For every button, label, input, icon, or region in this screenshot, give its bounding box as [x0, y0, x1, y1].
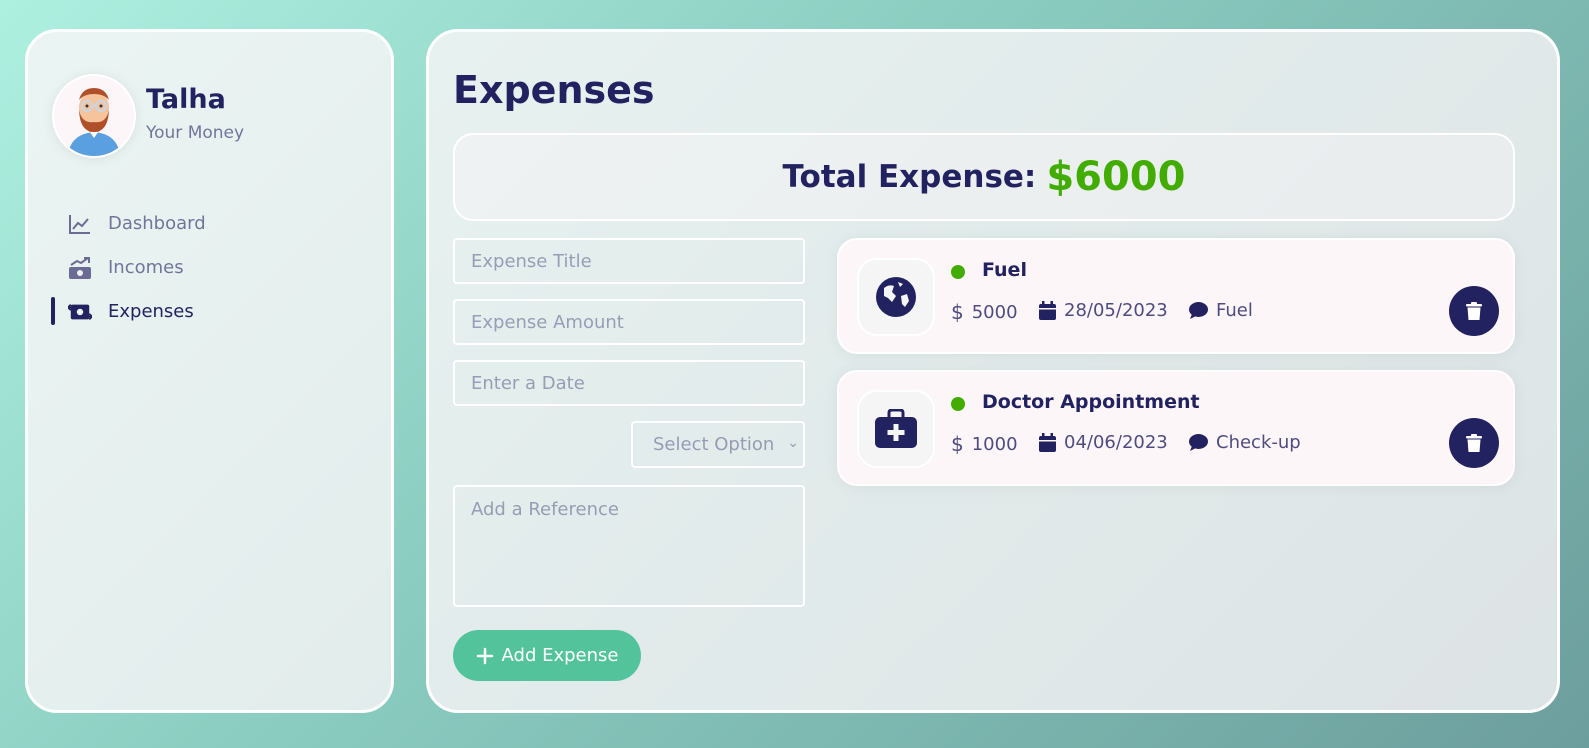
avatar-image: [68, 88, 120, 156]
trash-icon: [1466, 302, 1482, 320]
expense-item-title: Fuel: [982, 259, 1027, 281]
nav-label-dashboard: Dashboard: [108, 213, 206, 234]
total-expense-value: $6000: [1046, 154, 1186, 200]
expense-item-icon-box: [857, 390, 935, 468]
expense-amount-input[interactable]: [453, 299, 805, 345]
expense-amount-value: 1000: [971, 433, 1018, 455]
dollar-icon: $: [951, 300, 964, 324]
nav-item-expenses[interactable]: Expenses: [28, 290, 391, 334]
trash-icon: [1466, 434, 1482, 452]
nav-menu: Dashboard Incomes Expenses: [28, 202, 391, 334]
expense-item-amount: $ 5000: [951, 300, 1018, 324]
add-expense-button[interactable]: Add Expense: [453, 630, 641, 681]
medical-kit-icon: [875, 409, 917, 448]
delete-button[interactable]: [1449, 286, 1499, 336]
nav-label-expenses: Expenses: [108, 301, 194, 322]
sidebar: Talha Your Money Dashboard Incomes Expen…: [25, 29, 394, 713]
add-expense-label: Add Expense: [501, 645, 619, 666]
money-bill-transfer-icon: [68, 303, 92, 321]
calendar-icon: [1039, 301, 1056, 320]
expense-description-value: Check-up: [1216, 432, 1301, 453]
expense-item-amount: $ 1000: [951, 432, 1018, 456]
delete-button[interactable]: [1449, 418, 1499, 468]
page-title: Expenses: [453, 68, 655, 112]
expense-item-date: 28/05/2023: [1039, 300, 1168, 321]
expense-item-description: Fuel: [1189, 300, 1253, 321]
globe-icon: [876, 277, 916, 317]
expense-item-date: 04/06/2023: [1039, 432, 1168, 453]
expense-description-value: Fuel: [1216, 300, 1253, 321]
chevron-down-icon: ⌄: [787, 435, 799, 451]
main-panel: Expenses Total Expense: $6000 Select Opt…: [426, 29, 1560, 713]
category-select-value: Select Option: [653, 434, 775, 455]
expense-item-icon-box: [857, 258, 935, 336]
comment-icon: [1189, 302, 1208, 319]
total-expense-box: Total Expense: $6000: [453, 133, 1515, 221]
chart-line-icon: [69, 215, 90, 234]
nav-item-incomes[interactable]: Incomes: [28, 246, 391, 290]
status-dot: [951, 265, 965, 279]
expense-date-input[interactable]: [453, 360, 805, 406]
status-dot: [951, 397, 965, 411]
category-select[interactable]: Select Option ⌄: [631, 421, 805, 468]
plus-icon: [476, 647, 493, 664]
money-bill-trend-icon: [69, 257, 91, 279]
comment-icon: [1189, 434, 1208, 451]
nav-item-dashboard[interactable]: Dashboard: [28, 202, 391, 246]
avatar: [52, 74, 136, 158]
expense-amount-value: 5000: [971, 301, 1018, 323]
total-expense-label: Total Expense:: [782, 159, 1037, 195]
expense-item-description: Check-up: [1189, 432, 1301, 453]
user-name: Talha: [146, 84, 226, 115]
expense-item: Fuel $ 5000 28/05/2023 Fuel: [837, 238, 1515, 354]
calendar-icon: [1039, 433, 1056, 452]
user-subtitle: Your Money: [146, 123, 245, 143]
expense-title-input[interactable]: [453, 238, 805, 284]
expense-date-value: 04/06/2023: [1064, 432, 1168, 453]
expense-item-title: Doctor Appointment: [982, 391, 1200, 413]
dollar-icon: $: [951, 432, 964, 456]
reference-textarea[interactable]: [453, 485, 805, 607]
expense-date-value: 28/05/2023: [1064, 300, 1168, 321]
expense-item: Doctor Appointment $ 1000 04/06/2023 Che…: [837, 370, 1515, 486]
nav-label-incomes: Incomes: [108, 257, 184, 278]
